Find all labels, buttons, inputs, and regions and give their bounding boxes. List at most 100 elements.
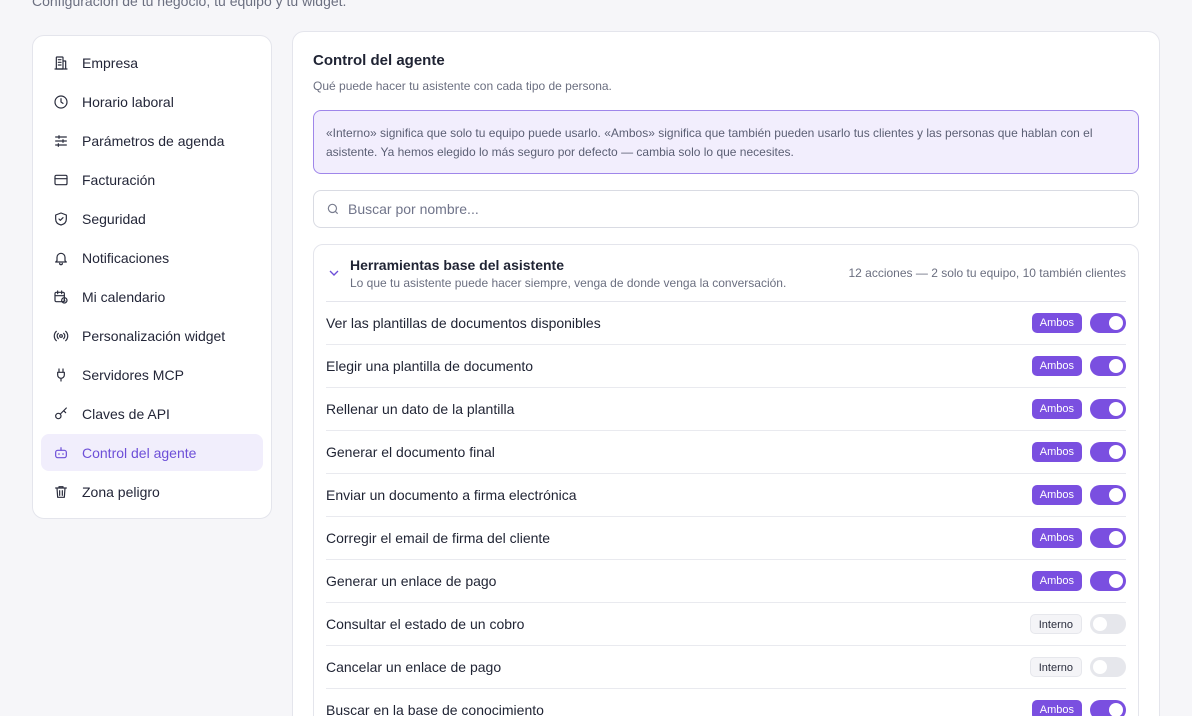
tool-label: Ver las plantillas de documentos disponi… <box>326 315 601 331</box>
scope-badge: Ambos <box>1031 485 1082 505</box>
scope-toggle[interactable] <box>1090 356 1126 376</box>
sidebar-item-empresa[interactable]: Empresa <box>41 44 263 81</box>
tool-row: Cancelar un enlace de pago Interno <box>326 646 1126 689</box>
group-description: Lo que tu asistente puede hacer siempre,… <box>350 275 787 290</box>
tool-group: Herramientas base del asistente Lo que t… <box>313 244 1139 716</box>
sidebar-item-facturacion[interactable]: Facturación <box>41 161 263 198</box>
sidebar-item-label: Claves de API <box>82 405 170 422</box>
scope-toggle[interactable] <box>1090 485 1126 505</box>
toggle-knob <box>1093 660 1107 674</box>
tool-label: Elegir una plantilla de documento <box>326 358 534 374</box>
sliders-icon <box>53 133 69 149</box>
sidebar-item-label: Notificaciones <box>82 249 170 266</box>
scope-badge: Interno <box>1029 657 1082 677</box>
tool-list: Ver las plantillas de documentos disponi… <box>326 302 1126 716</box>
toggle-knob <box>1109 402 1123 416</box>
key-icon <box>53 406 69 422</box>
tool-row: Generar un enlace de pago Ambos <box>326 560 1126 603</box>
toggle-knob <box>1109 574 1123 588</box>
scope-toggle[interactable] <box>1090 313 1126 333</box>
sidebar-item-seguridad[interactable]: Seguridad <box>41 200 263 237</box>
sidebar-item-mi-calendario[interactable]: Mi calendario <box>41 278 263 315</box>
scope-badge: Ambos <box>1031 313 1082 333</box>
sidebar-item-label: Empresa <box>82 54 139 71</box>
tool-label: Buscar en la base de conocimiento <box>326 702 544 716</box>
group-title: Herramientas base del asistente <box>350 256 564 273</box>
sidebar-item-zona-peligro[interactable]: Zona peligro <box>41 473 263 510</box>
tool-label: Cancelar un enlace de pago <box>326 659 502 675</box>
scope-badge: Ambos <box>1031 442 1082 462</box>
page-subtitle: Configuración de tu negocio, tu equipo y… <box>32 0 347 9</box>
scope-toggle[interactable] <box>1090 614 1126 634</box>
tool-row: Buscar en la base de conocimiento Ambos <box>326 689 1126 716</box>
bot-icon <box>53 445 69 461</box>
clock-icon <box>53 94 69 110</box>
toggle-knob <box>1109 316 1123 330</box>
sidebar-item-label: Zona peligro <box>82 483 160 500</box>
sidebar-item-label: Facturación <box>82 171 156 188</box>
sidebar-item-notificaciones[interactable]: Notificaciones <box>41 239 263 276</box>
trash-icon <box>53 484 69 500</box>
group-count: 12 acciones — 2 solo tu equipo, 10 tambi… <box>848 266 1126 280</box>
sidebar-item-label: Horario laboral <box>82 93 174 110</box>
tool-label: Rellenar un dato de la plantilla <box>326 401 515 417</box>
toggle-knob <box>1109 703 1123 716</box>
sidebar-item-horario-laboral[interactable]: Horario laboral <box>41 83 263 120</box>
tool-label: Generar el documento final <box>326 444 495 460</box>
search-input[interactable] <box>348 201 1126 217</box>
tool-row: Consultar el estado de un cobro Interno <box>326 603 1126 646</box>
tool-row: Elegir una plantilla de documento Ambos <box>326 345 1126 388</box>
tool-label: Enviar un documento a firma electrónica <box>326 487 577 503</box>
building-icon <box>53 55 69 71</box>
search-icon <box>327 203 339 215</box>
chevron-down-icon[interactable] <box>326 265 342 281</box>
tool-label: Generar un enlace de pago <box>326 573 497 589</box>
sidebar-item-label: Seguridad <box>82 210 146 227</box>
sidebar-item-claves-de-api[interactable]: Claves de API <box>41 395 263 432</box>
sidebar-item-label: Control del agente <box>82 444 197 461</box>
group-header[interactable]: Herramientas base del asistente Lo que t… <box>326 245 1126 302</box>
tool-row: Enviar un documento a firma electrónica … <box>326 474 1126 517</box>
tool-label: Corregir el email de firma del cliente <box>326 530 551 546</box>
sidebar-item-label: Parámetros de agenda <box>82 132 225 149</box>
sidebar-item-control-del-agente[interactable]: Control del agente <box>41 434 263 471</box>
toggle-knob <box>1109 531 1123 545</box>
tool-label: Consultar el estado de un cobro <box>326 616 525 632</box>
scope-toggle[interactable] <box>1090 700 1126 716</box>
scope-badge: Ambos <box>1031 356 1082 376</box>
agent-control-panel: Control del agente Qué puede hacer tu as… <box>292 31 1160 716</box>
scope-badge: Ambos <box>1031 700 1082 716</box>
scope-toggle[interactable] <box>1090 657 1126 677</box>
scope-badge: Ambos <box>1031 571 1082 591</box>
sidebar-item-label: Mi calendario <box>82 288 166 305</box>
search-box[interactable] <box>313 190 1139 228</box>
tool-row: Ver las plantillas de documentos disponi… <box>326 302 1126 345</box>
sidebar-item-label: Servidores MCP <box>82 366 184 383</box>
scope-badge: Ambos <box>1031 399 1082 419</box>
scope-toggle[interactable] <box>1090 442 1126 462</box>
sidebar-item-parametros-de-agenda[interactable]: Parámetros de agenda <box>41 122 263 159</box>
scope-toggle[interactable] <box>1090 528 1126 548</box>
scope-toggle[interactable] <box>1090 399 1126 419</box>
sidebar-item-label: Personalización widget <box>82 327 226 344</box>
sidebar-item-personalizacion-widget[interactable]: Personalización widget <box>41 317 263 354</box>
tool-row: Generar el documento final Ambos <box>326 431 1126 474</box>
panel-subtitle: Qué puede hacer tu asistente con cada ti… <box>313 79 612 93</box>
toggle-knob <box>1109 445 1123 459</box>
sidebar-item-servidores-mcp[interactable]: Servidores MCP <box>41 356 263 393</box>
toggle-knob <box>1109 359 1123 373</box>
toggle-knob <box>1093 617 1107 631</box>
tool-row: Rellenar un dato de la plantilla Ambos <box>326 388 1126 431</box>
shield-check-icon <box>53 211 69 227</box>
panel-title: Control del agente <box>313 52 445 69</box>
tool-row: Corregir el email de firma del cliente A… <box>326 517 1126 560</box>
info-notice: «Interno» significa que solo tu equipo p… <box>313 110 1139 174</box>
scope-badge: Interno <box>1029 614 1082 634</box>
bell-icon <box>53 250 69 266</box>
scope-toggle[interactable] <box>1090 571 1126 591</box>
calendar-clock-icon <box>53 289 69 305</box>
broadcast-icon <box>53 328 69 344</box>
settings-sidebar: Empresa Horario laboral Parámetros de agen… <box>32 35 272 519</box>
plug-icon <box>53 367 69 383</box>
toggle-knob <box>1109 488 1123 502</box>
